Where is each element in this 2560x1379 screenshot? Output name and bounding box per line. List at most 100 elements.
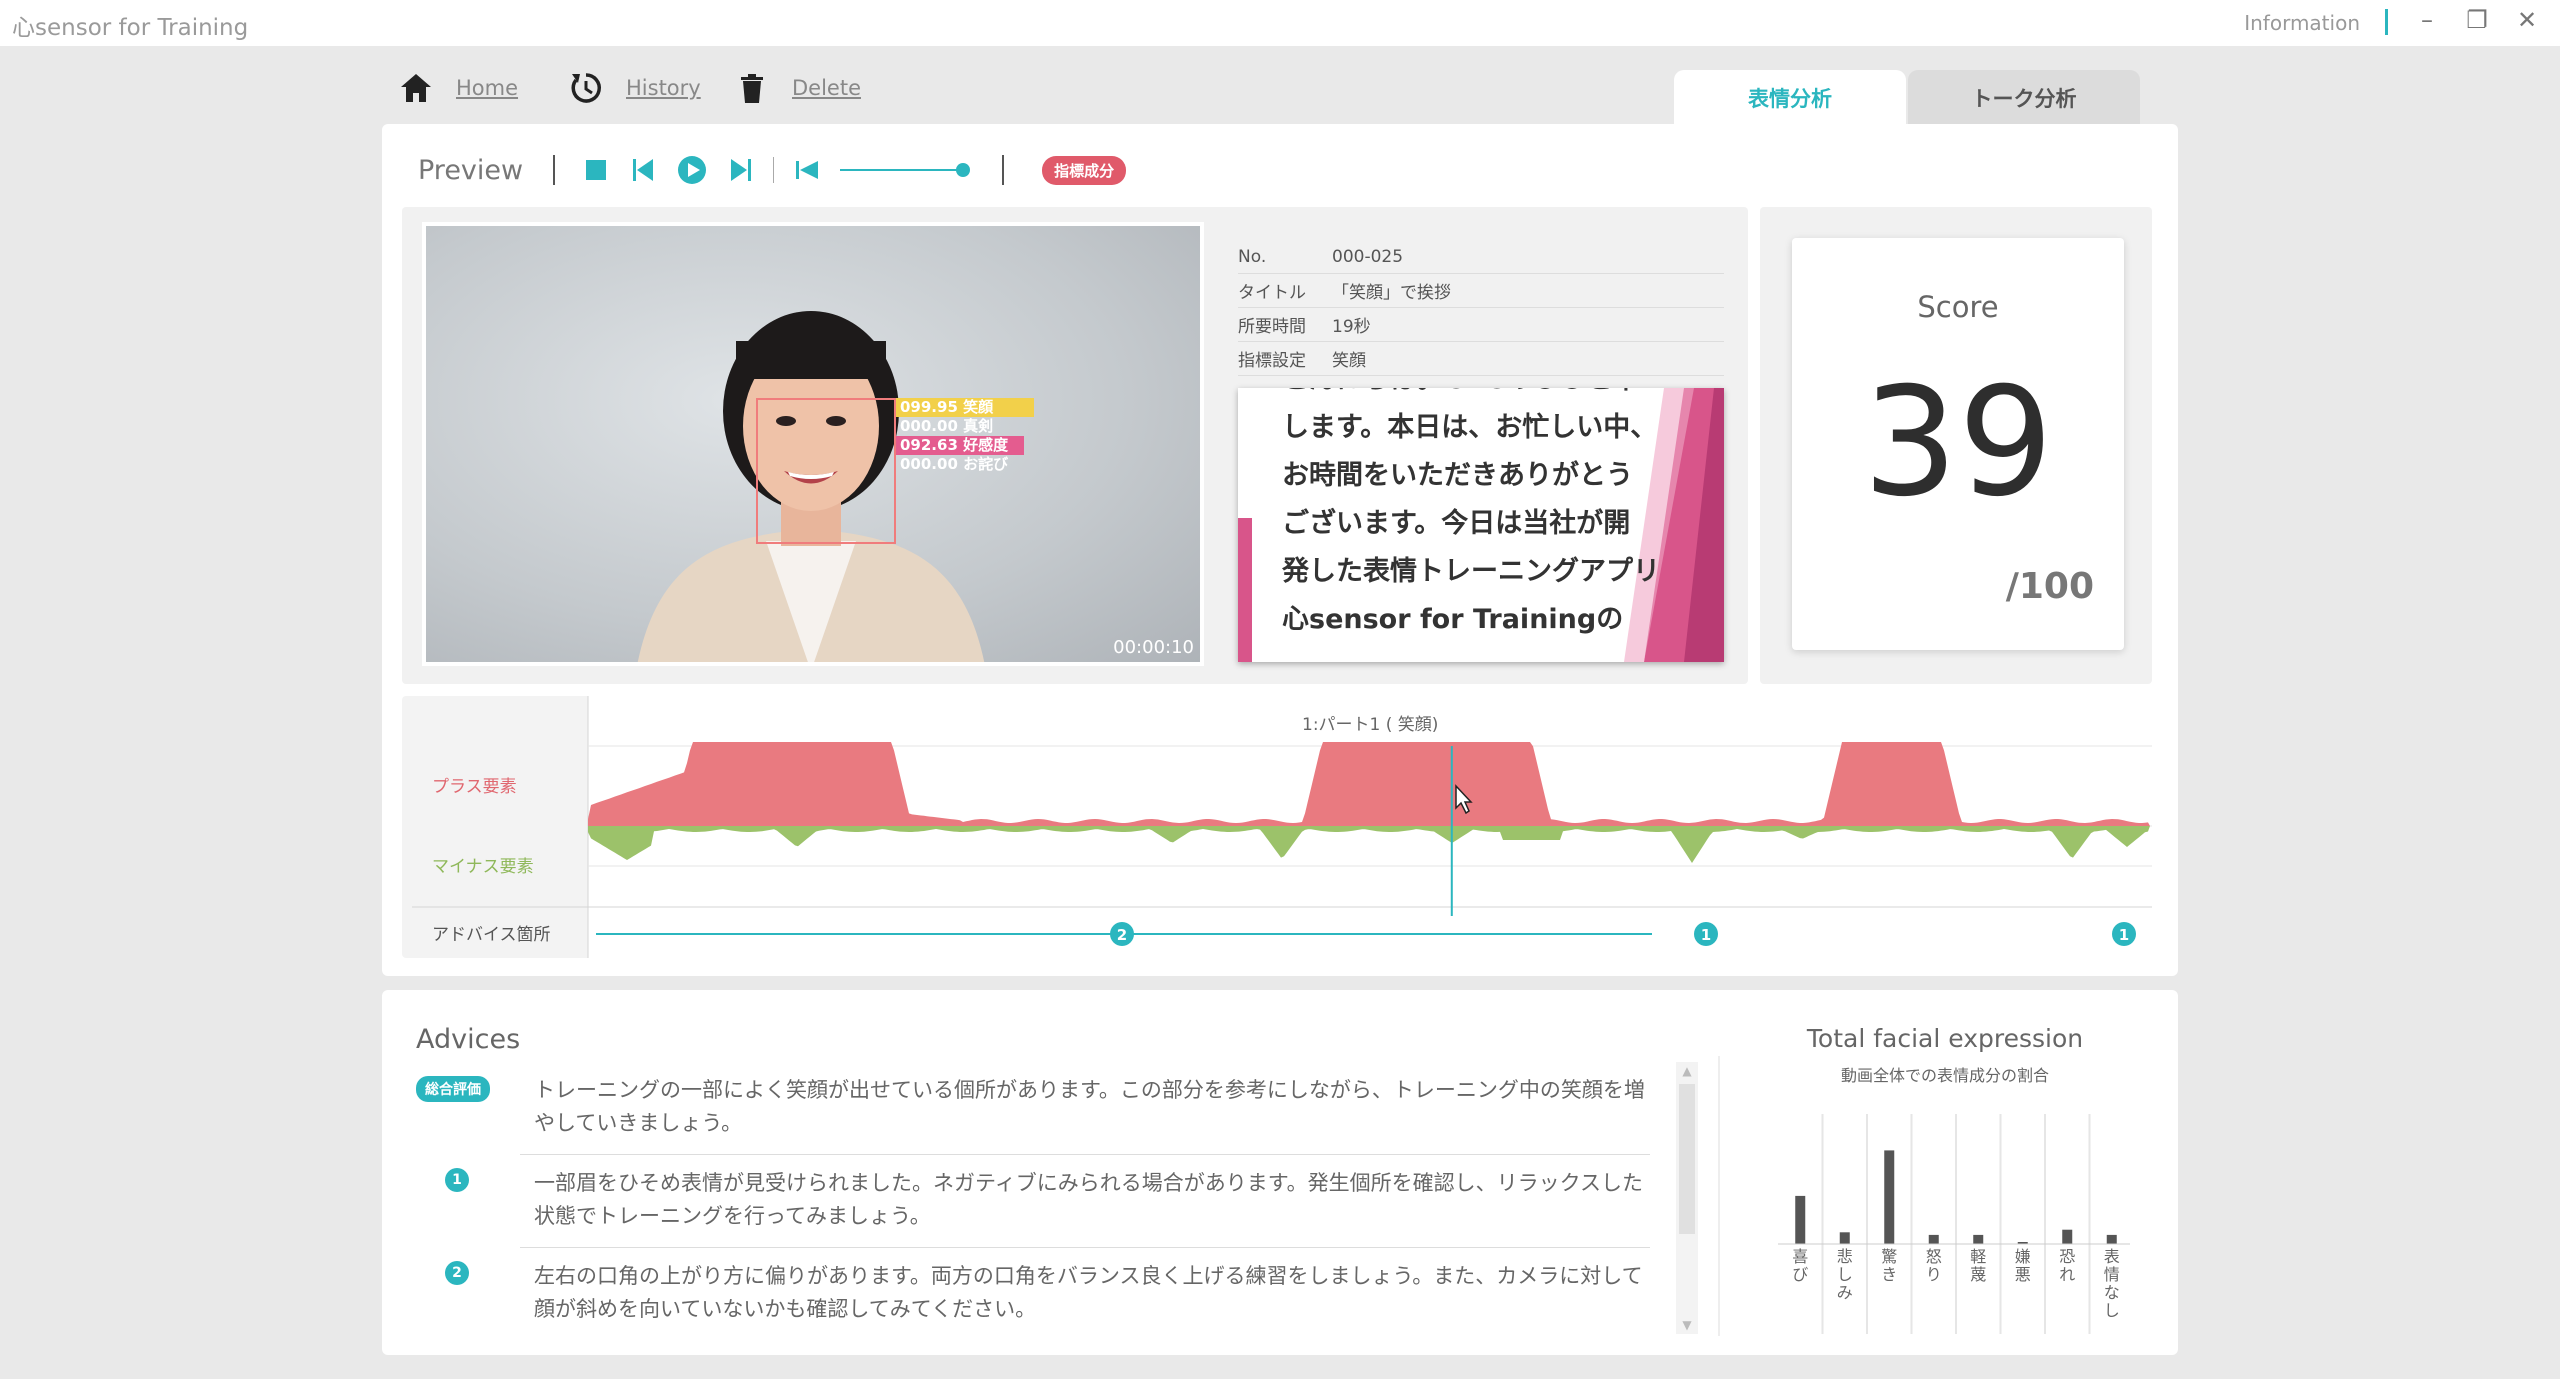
slide-text: こんにちは。CACのＯＯと申 します。本日は、お忙しい中、 お時間をいただきあり… [1282,388,1702,644]
play-icon[interactable] [677,155,707,185]
advices-scrollbar[interactable]: ▲ ▼ [1676,1062,1698,1334]
advice-marker-number: 1 [445,1168,469,1192]
face-label-apology: 000.00 お詫び [900,455,1009,473]
overall-evaluation-badge: 総合評価 [416,1076,490,1102]
tab-talk-analysis[interactable]: トーク分析 [1908,70,2140,125]
expression-bar-chart: 喜び 悲しみ 驚き怒り軽蔑嫌悪恐れ 表情なし [1778,1114,2130,1334]
advice-marker-1b[interactable]: 1 [2112,922,2136,946]
info-key: 指標設定 [1238,351,1306,371]
scroll-down-icon[interactable]: ▼ [1676,1318,1698,1332]
chart-bar [1839,1232,1850,1244]
advice-text-1: 一部眉をひそめ表情が見受けられました。ネガティブにみられる場合があります。発生個… [534,1171,1644,1228]
chart-category-label: 表情なし [2104,1247,2120,1320]
step-back-icon[interactable] [629,155,659,185]
chart-bar [2062,1229,2073,1244]
chart-category-label: 怒り [1926,1247,1942,1284]
minus-elements-label: マイナス要素 [432,857,534,877]
script-slide: こんにちは。CACのＯＯと申 します。本日は、お忙しい中、 お時間をいただきあり… [1238,388,1724,662]
info-key: 所要時間 [1238,317,1306,337]
toolbar-separator-2 [773,157,775,183]
info-key: No. [1238,246,1267,267]
rewind-start-icon[interactable] [792,155,822,185]
timeline-graph[interactable]: 2 1 1 [402,696,2152,958]
chart-category-label: 悲しみ [1837,1247,1853,1302]
title-bar: 心sensor for Training Information – ❐ ✕ [0,0,2560,46]
preview-toolbar: Preview 指標成分 [418,145,1127,195]
nav-delete-label[interactable]: Delete [792,76,861,100]
info-value: 「笑顔」で挨拶 [1332,283,1451,303]
advice-marker-text: 2 [1117,926,1127,944]
advice-marker-1[interactable]: 1 [1694,922,1718,946]
expression-timeline: 2 1 1 1:パート1 ( 笑顔) プラス要素 マイナス要素 アドバイス箇所 [402,696,2152,958]
nav-history-label[interactable]: History [626,76,701,100]
slide-line: こんにちは。CACのＯＯと申 [1282,388,1702,404]
advice-divider [520,1247,1650,1248]
slide-line: 発した表情トレーニングアプリ [1282,556,1660,587]
position-slider[interactable] [840,155,971,185]
slide-line: 心sensor for Trainingの [1282,604,1624,635]
slide-line: お時間をいただきありがとう [1282,460,1633,491]
home-icon [401,74,431,102]
slide-line: します。本日は、お忙しい中、 [1282,412,1658,443]
score-box: Score 39 /100 [1792,238,2124,650]
step-forward-icon[interactable] [725,155,755,185]
preview-label: Preview [418,154,524,186]
slide-left-bar [1238,518,1252,662]
app-title: 心sensor for Training [12,15,249,41]
chart-bar [2106,1234,2117,1244]
face-label-serious: 000.00 真剣 [900,417,994,435]
history-icon [571,73,601,103]
info-value: 19秒 [1332,317,1371,337]
slider-knob[interactable] [956,163,971,177]
minimize-button[interactable]: – [2412,6,2442,34]
advices-title: Advices [416,1024,521,1055]
advice-marker-text: 1 [2119,926,2129,944]
info-row: No. 000-025 [1238,240,1724,274]
slide-line: ございます。今日は当社が開 [1282,508,1631,539]
scroll-thumb[interactable] [1679,1084,1695,1234]
info-value: 笑顔 [1332,351,1366,371]
score-label: Score [1917,290,1999,324]
trash-icon [741,74,763,103]
face-detection-box [756,398,896,544]
close-button[interactable]: ✕ [2512,6,2542,34]
advice-marker-2[interactable]: 2 [1110,922,1134,946]
chart-category-label: 驚き [1881,1247,1897,1284]
expression-chart-title: Total facial expression [1806,1024,2084,1053]
information-link[interactable]: Information [2244,11,2360,35]
session-info: No. 000-025 タイトル 「笑顔」で挨拶 所要時間 19秒 指標設定 笑顔 [1238,240,1724,376]
tab-expression-analysis[interactable]: 表情分析 [1674,70,1906,125]
advice-points-label: アドバイス箇所 [432,925,551,945]
toolbar-separator-3 [1002,155,1005,185]
advice-divider [520,1154,1650,1155]
advice-marker-text: 1 [1701,926,1711,944]
scroll-up-icon[interactable]: ▲ [1676,1064,1698,1078]
plus-elements-label: プラス要素 [432,777,517,797]
chart-category-label: 恐れ [2059,1247,2075,1284]
indicator-badge[interactable]: 指標成分 [1042,155,1127,185]
info-row: 所要時間 19秒 [1238,308,1724,342]
restore-button[interactable]: ❐ [2462,6,2492,34]
stop-icon[interactable] [581,155,611,185]
chart-bar [1884,1150,1895,1244]
nav-history[interactable]: History [568,68,701,108]
info-value: 000-025 [1332,246,1404,267]
score-value: 39 [1862,356,2054,530]
nav-home[interactable]: Home [398,68,518,108]
face-label-smile: 099.95 笑顔 [896,398,1034,417]
info-row: 指標設定 笑顔 [1238,342,1724,376]
chart-bar [1973,1234,1984,1244]
video-preview[interactable]: 099.95 笑顔 000.00 真剣 092.63 好感度 000.00 お詫… [422,222,1204,666]
video-timecode: 00:00:10 [1113,637,1194,658]
chart-bar [1928,1234,1939,1244]
expression-divider [1718,1056,1720,1336]
advice-text-2: 左右の口角の上がり方に偏りがあります。両方の口角をバランス良く上げる練習をしまし… [534,1264,1643,1321]
expression-chart-subtitle: 動画全体での表情成分の割合 [1840,1066,2049,1085]
advice-marker-number: 2 [445,1261,469,1285]
nav-delete[interactable]: Delete [734,68,861,108]
info-row: タイトル 「笑顔」で挨拶 [1238,274,1724,308]
score-max: /100 [2005,566,2094,607]
toolbar-separator [553,155,556,185]
face-label-likability: 092.63 好感度 [896,436,1024,455]
nav-home-label[interactable]: Home [456,76,518,100]
